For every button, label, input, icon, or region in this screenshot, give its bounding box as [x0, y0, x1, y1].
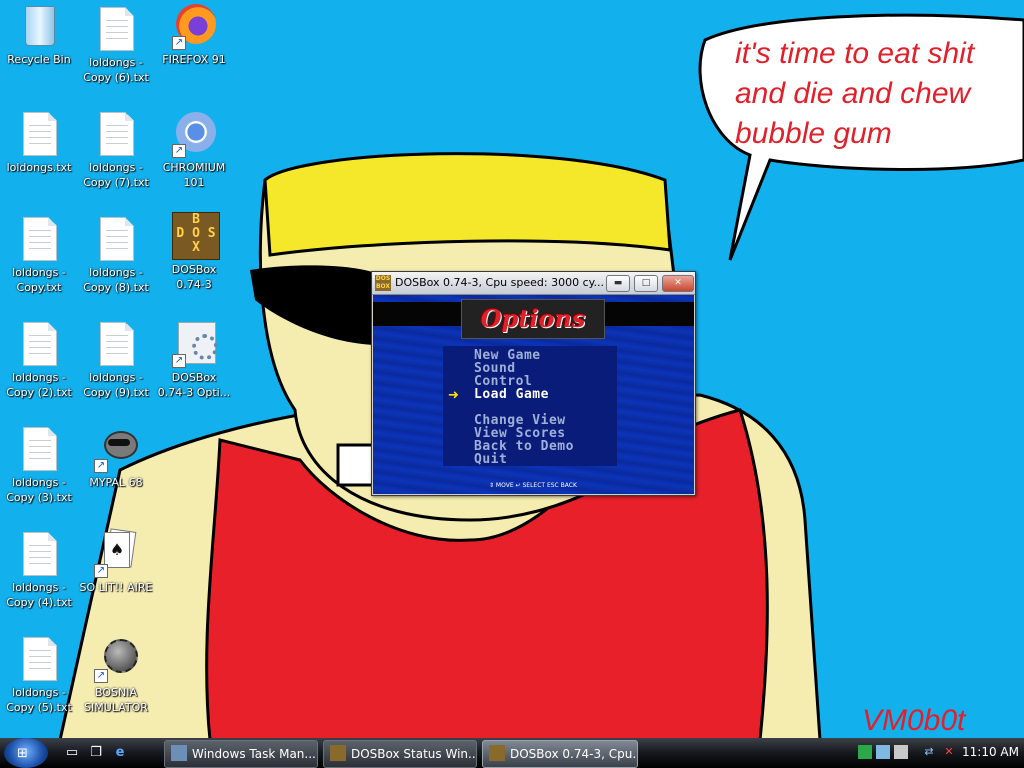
- solitaire-cards-icon: ♠ ↗: [92, 528, 140, 578]
- task-manager-icon: [171, 745, 187, 761]
- show-desktop-icon[interactable]: ▭: [64, 745, 80, 761]
- dosbox-icon: DOS BOX: [375, 275, 391, 291]
- desktop-icon-loldongs-copy-9[interactable]: loldongs - Copy (9).txt: [78, 320, 154, 400]
- desktop-icon-loldongs-copy[interactable]: loldongs - Copy.txt: [1, 215, 77, 295]
- text-file-icon: [15, 215, 63, 263]
- taskbar-button-dosbox-status[interactable]: DOSBox Status Win...: [323, 740, 477, 768]
- shortcut-arrow-icon: ↗: [172, 36, 186, 50]
- wallpaper-signature: VM0b0t: [862, 704, 967, 737]
- menu-item-quit[interactable]: Quit: [474, 452, 507, 467]
- minesweeper-mine-icon: ↗: [92, 635, 140, 683]
- shortcut-arrow-icon: ↗: [94, 564, 108, 578]
- text-file-icon: [15, 425, 63, 473]
- desktop-icon-firefox[interactable]: ↗ FIREFOX 91: [156, 2, 232, 67]
- desktop-icon-loldongs-copy-2[interactable]: loldongs - Copy (2).txt: [1, 320, 77, 400]
- internet-explorer-icon[interactable]: e: [112, 745, 128, 761]
- recycle-bin-icon: [15, 2, 63, 50]
- text-file-icon: [15, 320, 63, 368]
- taskbar: ⊞ ▭ ❐ e Windows Task Man... DOSBox Statu…: [0, 738, 1024, 768]
- speech-line-1: it's time to eat shit: [735, 37, 976, 70]
- desktop-icon-chromium[interactable]: ↗ CHROMIUM 101: [156, 110, 232, 190]
- dosbox-icon: BD O SX: [170, 212, 220, 260]
- window-title: DOSBox 0.74-3, Cpu speed: 3000 cy...: [395, 276, 605, 289]
- text-file-icon: [92, 215, 140, 263]
- dosbox-options-icon: ↗: [170, 320, 218, 368]
- desktop-icon-loldongs-copy-5[interactable]: loldongs - Copy (5).txt: [1, 635, 77, 715]
- start-button[interactable]: ⊞: [4, 738, 48, 768]
- shortcut-arrow-icon: ↗: [172, 354, 186, 368]
- text-file-icon: [15, 530, 63, 578]
- desktop-icon-loldongs-copy-8[interactable]: loldongs - Copy (8).txt: [78, 215, 154, 295]
- system-clock[interactable]: 11:10 AM: [962, 745, 1019, 759]
- speech-line-2: and die and chew: [735, 77, 973, 110]
- desktop-icon-loldongs-copy-3[interactable]: loldongs - Copy (3).txt: [1, 425, 77, 505]
- desktop-icon-loldongs[interactable]: loldongs.txt: [1, 110, 77, 175]
- desktop-icon-recycle-bin[interactable]: Recycle Bin: [1, 2, 77, 67]
- desktop-icon-dosbox[interactable]: BD O SX DOSBox 0.74-3: [156, 212, 232, 292]
- maximize-button[interactable]: □: [634, 275, 658, 292]
- text-file-icon: [92, 320, 140, 368]
- dosbox-titlebar[interactable]: DOS BOX DOSBox 0.74-3, Cpu speed: 3000 c…: [372, 272, 695, 295]
- tray-green-icon[interactable]: [858, 745, 872, 759]
- desktop-icon-loldongs-copy-7[interactable]: loldongs - Copy (7).txt: [78, 110, 154, 190]
- game-screen[interactable]: Options ➜ New Game Sound Control Load Ga…: [373, 295, 694, 494]
- shortcut-arrow-icon: ↗: [94, 459, 108, 473]
- desktop-icon-loldongs-copy-6[interactable]: loldongs - Copy (6).txt: [78, 5, 154, 85]
- mypal-raccoon-icon: ↗: [92, 425, 140, 473]
- tray-app-icon[interactable]: [894, 745, 908, 759]
- desktop-icon-bosnia-simulator[interactable]: ↗ BOSNIA SIMULATOR: [78, 635, 154, 715]
- network-icon[interactable]: ⇄: [922, 745, 936, 759]
- dosbox-icon: [489, 745, 505, 761]
- minimize-button[interactable]: ▬: [606, 275, 630, 292]
- windows-logo-icon: ⊞: [17, 746, 28, 761]
- dosbox-icon: [330, 745, 346, 761]
- taskbar-button-task-manager[interactable]: Windows Task Man...: [164, 740, 318, 768]
- desktop-icon-dosbox-options[interactable]: ↗ DOSBox 0.74-3 Opti...: [156, 320, 232, 400]
- desktop-icon-loldongs-copy-4[interactable]: loldongs - Copy (4).txt: [1, 530, 77, 610]
- text-file-icon: [92, 110, 140, 158]
- options-menu: ➜ New Game Sound Control Load Game Chang…: [443, 346, 617, 467]
- shortcut-arrow-icon: ↗: [94, 669, 108, 683]
- desktop-icon-mypal[interactable]: ↗ MYPAL 68: [78, 425, 154, 490]
- text-file-icon: [15, 110, 63, 158]
- options-heading: Options: [461, 299, 605, 339]
- selector-arrow-icon: ➜: [448, 388, 459, 403]
- dosbox-window[interactable]: DOS BOX DOSBox 0.74-3, Cpu speed: 3000 c…: [371, 271, 696, 496]
- tray-monitor-icon[interactable]: [876, 745, 890, 759]
- controls-hint: ⇕ MOVE ↵ SELECT ESC BACK: [489, 482, 577, 489]
- text-file-icon: [92, 5, 140, 53]
- taskbar-button-dosbox[interactable]: DOSBox 0.74-3, Cpu...: [482, 740, 638, 768]
- close-button[interactable]: ✕: [662, 275, 694, 292]
- wallpaper-hat: [263, 152, 672, 257]
- chromium-icon: ↗: [170, 110, 218, 158]
- volume-muted-icon[interactable]: ✕: [942, 745, 956, 759]
- shortcut-arrow-icon: ↗: [172, 144, 186, 158]
- desktop-icon-solitaire[interactable]: ♠ ↗ SO LIT!! AIRE: [78, 528, 154, 595]
- speech-line-3: bubble gum: [735, 117, 892, 150]
- menu-item-load-game[interactable]: Load Game: [474, 387, 549, 402]
- switch-windows-icon[interactable]: ❐: [88, 745, 104, 761]
- text-file-icon: [15, 635, 63, 683]
- firefox-icon: ↗: [170, 2, 218, 50]
